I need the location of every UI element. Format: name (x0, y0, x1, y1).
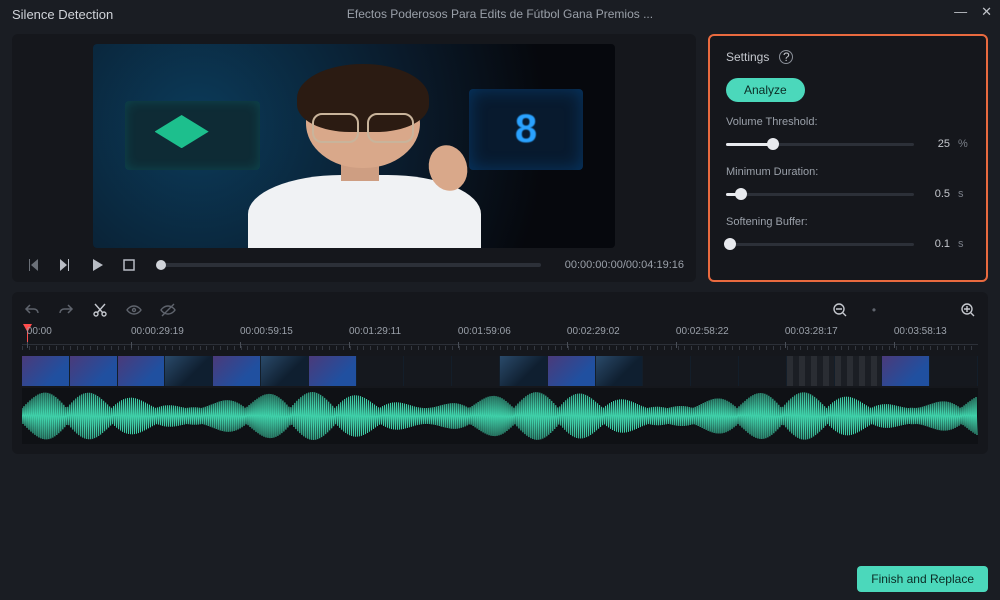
clip-thumbnails[interactable] (22, 356, 978, 386)
settings-panel: Settings ? Analyze Volume Threshold: 25 … (708, 34, 988, 282)
scrub-handle[interactable] (156, 260, 166, 270)
cut-icon[interactable] (92, 302, 108, 318)
playback-controls: 00:00:00:00/00:04:19:16 (20, 248, 688, 274)
clip-thumb[interactable] (261, 356, 309, 386)
min-duration-slider[interactable] (726, 193, 914, 196)
ruler-tick: 00:03:58:13 (894, 326, 947, 337)
clip-thumb[interactable] (213, 356, 261, 386)
clip-thumb[interactable] (835, 356, 883, 386)
clip-thumb[interactable] (118, 356, 166, 386)
zoom-out-icon[interactable] (832, 302, 848, 318)
window-controls: — ✕ (954, 4, 992, 20)
analyze-button[interactable]: Analyze (726, 78, 805, 102)
close-button[interactable]: ✕ (981, 4, 992, 20)
soft-buffer-label: Softening Buffer: (726, 216, 970, 228)
audio-waveform[interactable] (22, 388, 978, 444)
soft-buffer-slider[interactable] (726, 243, 914, 246)
clip-thumb[interactable] (404, 356, 452, 386)
clip-thumb[interactable] (165, 356, 213, 386)
clip-thumb[interactable] (596, 356, 644, 386)
min-duration-value: 0.5 (922, 188, 950, 200)
soft-buffer-unit: s (958, 238, 970, 250)
help-icon[interactable]: ? (779, 50, 793, 64)
volume-threshold-unit: % (958, 138, 970, 150)
min-duration-unit: s (958, 188, 970, 200)
ruler-tick: 00:00:59:15 (240, 326, 293, 337)
stop-button[interactable] (120, 256, 138, 274)
clip-thumb[interactable] (691, 356, 739, 386)
clip-thumb[interactable] (930, 356, 978, 386)
eye-icon[interactable] (126, 302, 142, 318)
zoom-in-icon[interactable] (960, 302, 976, 318)
soft-buffer-param: Softening Buffer: 0.1 s (726, 216, 970, 250)
soft-buffer-value: 0.1 (922, 238, 950, 250)
min-duration-param: Minimum Duration: 0.5 s (726, 166, 970, 200)
clip-thumb[interactable] (882, 356, 930, 386)
zoom-slider-dot[interactable]: • (866, 302, 882, 318)
clip-thumb[interactable] (22, 356, 70, 386)
preview-panel: 00:00:00:00/00:04:19:16 (12, 34, 696, 282)
titlebar: Silence Detection Efectos Poderosos Para… (0, 0, 1000, 28)
window-title: Silence Detection (12, 7, 113, 22)
ruler-tick: 00:00:29:19 (131, 326, 184, 337)
timecode-display: 00:00:00:00/00:04:19:16 (565, 259, 684, 271)
ruler-tick: 00:01:59:06 (458, 326, 511, 337)
step-back-button[interactable] (24, 256, 42, 274)
scrub-bar[interactable] (156, 263, 541, 267)
eye-off-icon[interactable] (160, 302, 176, 318)
ruler-tick: 00:02:29:02 (567, 326, 620, 337)
undo-icon[interactable] (24, 302, 40, 318)
play-button[interactable] (88, 256, 106, 274)
timeline-panel: • 00:00 00:00:29:19 00:00:59:15 00:01:29:11… (12, 292, 988, 454)
clip-thumb[interactable] (739, 356, 787, 386)
redo-icon[interactable] (58, 302, 74, 318)
timeline-toolbar: • (22, 300, 978, 326)
min-duration-label: Minimum Duration: (726, 166, 970, 178)
volume-threshold-value: 25 (922, 138, 950, 150)
clip-thumb[interactable] (452, 356, 500, 386)
volume-threshold-param: Volume Threshold: 25 % (726, 116, 970, 150)
volume-threshold-label: Volume Threshold: (726, 116, 970, 128)
ruler-tick: 00:00 (27, 326, 52, 337)
play-next-button[interactable] (56, 256, 74, 274)
ruler-tick: 00:03:28:17 (785, 326, 838, 337)
clip-thumb[interactable] (787, 356, 835, 386)
finish-replace-button[interactable]: Finish and Replace (857, 566, 988, 592)
clip-thumb[interactable] (500, 356, 548, 386)
timeline-ruler[interactable]: 00:00 00:00:29:19 00:00:59:15 00:01:29:11 00… (22, 326, 978, 354)
clip-thumb[interactable] (309, 356, 357, 386)
project-title: Efectos Poderosos Para Edits de Fútbol G… (347, 7, 653, 21)
clip-thumb[interactable] (643, 356, 691, 386)
ruler-tick: 00:01:29:11 (349, 326, 401, 337)
video-preview[interactable] (93, 44, 614, 248)
minimize-button[interactable]: — (954, 4, 967, 20)
clip-thumb[interactable] (548, 356, 596, 386)
volume-threshold-slider[interactable] (726, 143, 914, 146)
settings-heading: Settings (726, 50, 769, 64)
ruler-tick: 00:02:58:22 (676, 326, 729, 337)
clip-thumb[interactable] (357, 356, 405, 386)
clip-thumb[interactable] (70, 356, 118, 386)
